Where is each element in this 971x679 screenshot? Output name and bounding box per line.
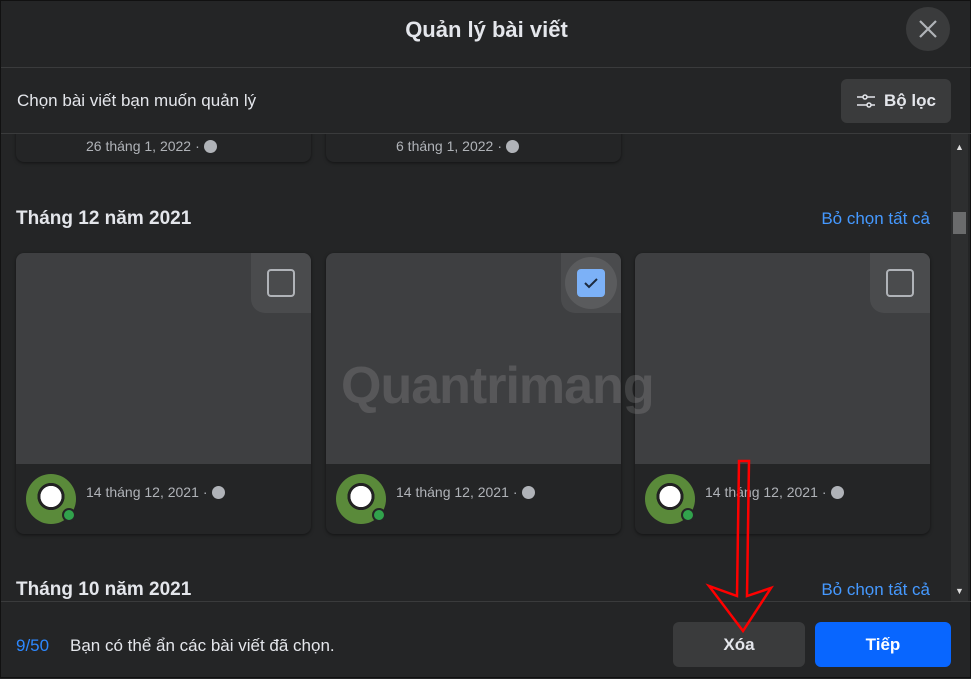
globe-icon bbox=[203, 139, 217, 153]
select-checkbox-area[interactable] bbox=[870, 253, 930, 313]
section-title: Tháng 12 năm 2021 bbox=[16, 208, 192, 229]
post-date: 14 tháng 12, 2021 bbox=[86, 484, 199, 500]
select-checkbox-area[interactable] bbox=[251, 253, 311, 313]
checkbox[interactable] bbox=[886, 269, 914, 297]
post-card[interactable]: 14 tháng 12, 2021 · bbox=[16, 253, 311, 534]
scroll-down-icon[interactable]: ▼ bbox=[955, 586, 964, 596]
online-indicator bbox=[62, 508, 76, 522]
footer-text: Bạn có thể ẩn các bài viết đã chọn. bbox=[70, 636, 335, 655]
filter-label: Bộ lọc bbox=[884, 91, 936, 110]
deselect-all-link[interactable]: Bỏ chọn tất cả bbox=[821, 580, 930, 600]
posts-scroll-area[interactable]: 26 tháng 1, 2022 · 6 tháng 1, 2022 · Tháng… bbox=[1, 134, 951, 601]
dialog-title: Quản lý bài viết bbox=[405, 17, 568, 42]
checkbox-checked[interactable] bbox=[577, 269, 605, 297]
watermark: Quantrimang bbox=[341, 357, 655, 415]
dialog-footer: 9/50 Bạn có thể ẩn các bài viết đã chọn.… bbox=[1, 601, 971, 679]
filter-button[interactable]: Bộ lọc bbox=[841, 79, 951, 123]
post-card[interactable]: 6 tháng 1, 2022 · bbox=[326, 134, 621, 162]
scrollbar[interactable]: ▲ ▼ bbox=[951, 134, 968, 601]
deselect-all-link[interactable]: Bỏ chọn tất cả bbox=[821, 209, 930, 229]
select-checkbox-area[interactable] bbox=[561, 253, 621, 313]
instruction-text: Chọn bài viết bạn muốn quản lý bbox=[17, 91, 257, 110]
scroll-up-icon[interactable]: ▲ bbox=[955, 142, 964, 152]
post-date: 14 tháng 12, 2021 bbox=[396, 484, 509, 500]
dialog-header: Quản lý bài viết bbox=[1, 1, 971, 68]
section-title: Tháng 10 năm 2021 bbox=[16, 579, 192, 600]
subheader: Chọn bài viết bạn muốn quản lý Bộ lọc bbox=[1, 68, 971, 134]
online-indicator bbox=[372, 508, 386, 522]
close-button[interactable] bbox=[906, 7, 950, 51]
next-button[interactable]: Tiếp bbox=[815, 622, 951, 667]
scrollbar-thumb[interactable] bbox=[953, 212, 966, 234]
annotation-arrow bbox=[705, 459, 775, 634]
globe-icon bbox=[521, 485, 535, 499]
post-card[interactable]: 26 tháng 1, 2022 · bbox=[16, 134, 311, 162]
post-date: 26 tháng 1, 2022 bbox=[86, 138, 192, 154]
globe-icon bbox=[505, 139, 519, 153]
check-icon bbox=[584, 278, 598, 289]
checkbox[interactable] bbox=[267, 269, 295, 297]
globe-icon bbox=[211, 485, 225, 499]
close-icon bbox=[919, 20, 937, 38]
selected-count: 9/50 bbox=[16, 636, 50, 655]
globe-icon bbox=[830, 485, 844, 499]
online-indicator bbox=[681, 508, 695, 522]
post-date: 6 tháng 1, 2022 bbox=[396, 138, 494, 154]
sliders-icon bbox=[857, 94, 876, 108]
